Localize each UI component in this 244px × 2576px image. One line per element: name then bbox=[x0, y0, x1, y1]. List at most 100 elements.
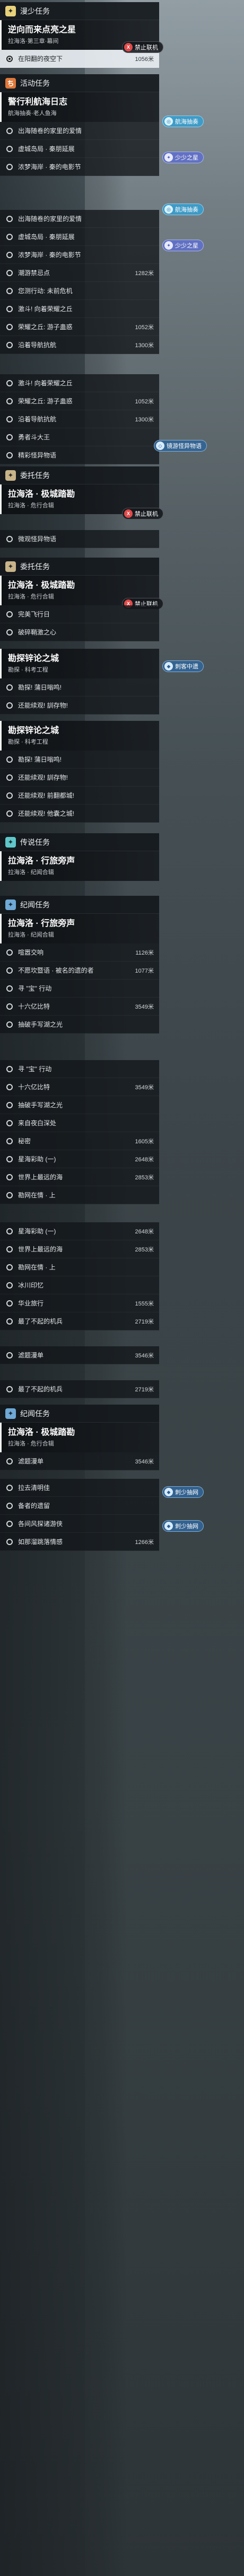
step-radio-icon bbox=[6, 398, 13, 404]
quest-step[interactable]: 勘探! 蒲日嗡鸣! bbox=[0, 751, 159, 769]
quest-step[interactable]: 不愿坎暨语 · 被名的遗的者 1077米 bbox=[0, 961, 159, 980]
quest-step[interactable]: 勘网在情 · 上 bbox=[0, 1186, 159, 1204]
step-distance: 1056米 bbox=[135, 56, 154, 63]
quest-card[interactable]: 拉海洛 · 行旅旁声 拉海洛 · 纪闻合辑 bbox=[0, 914, 159, 943]
quest-step[interactable]: 荣耀之丘: 游子蛊惑 1052米 bbox=[0, 318, 159, 336]
quest-step[interactable]: 荣耀之丘: 游子蛊惑 1052米 bbox=[0, 392, 159, 410]
quest-step[interactable]: 还能续观! 訓存物! bbox=[0, 769, 159, 787]
quest-step[interactable]: 勇者斗大王 bbox=[0, 428, 159, 446]
step-radio-icon bbox=[6, 1352, 13, 1358]
step-label: 喧嚣交响 bbox=[18, 949, 44, 956]
quest-step[interactable]: 虚城岛局 · 秦朋延展 bbox=[0, 228, 159, 246]
step-label: 出海随卷的家里的爱情 bbox=[18, 127, 82, 135]
step-label: 勘网在情 · 上 bbox=[18, 1264, 56, 1271]
quest-step[interactable]: 微观怪异物语 bbox=[0, 530, 159, 548]
quest-step[interactable]: 还能续观! 前翻都城! bbox=[0, 787, 159, 805]
quest-card[interactable]: 警行利航海日志 航海抽奏·老人鱼海 bbox=[0, 92, 159, 122]
quest-step[interactable]: 出海随卷的家里的爱情 bbox=[0, 122, 159, 140]
quest-step[interactable]: 完美飞行日 bbox=[0, 605, 159, 623]
quest-step[interactable]: 激斗! 向着荣耀之丘 bbox=[0, 374, 159, 392]
quest-step[interactable]: 破碎鞘激之心 bbox=[0, 623, 159, 641]
quest-step[interactable]: 星海彩助 (一) 2648米 bbox=[0, 1222, 159, 1240]
quest-step[interactable]: 世界上最远的海 2853米 bbox=[0, 1168, 159, 1186]
quest-step[interactable]: 如那溜跳落情感 1266米 bbox=[0, 1533, 159, 1551]
section-world-quests[interactable]: ✦ 纪闻任务 bbox=[0, 1405, 159, 1423]
quest-step[interactable]: 十六亿比特 3549米 bbox=[0, 1078, 159, 1096]
quest-step[interactable]: 十六亿比特 3549米 bbox=[0, 998, 159, 1016]
quest-step[interactable]: 冰川印忆 bbox=[0, 1276, 159, 1294]
quest-step[interactable]: 抽破手写湖之光 bbox=[0, 1096, 159, 1114]
diamond-icon: ◆ bbox=[164, 662, 173, 671]
step-distance: 1282米 bbox=[135, 270, 154, 277]
step-label: 激斗! 向着荣耀之丘 bbox=[18, 380, 73, 387]
quest-step[interactable]: 滤题漫单 3546米 bbox=[0, 1346, 159, 1364]
quest-step[interactable]: 勘网在情 · 上 bbox=[0, 1258, 159, 1276]
section-legend-quests[interactable]: ✦ 传说任务 bbox=[0, 833, 159, 851]
step-label: 不愿坎暨语 · 被名的遗的者 bbox=[18, 967, 94, 974]
step-label: 十六亿比特 bbox=[18, 1083, 50, 1091]
quest-step[interactable]: 各间风探诸游侠 bbox=[0, 1515, 159, 1533]
badge-label: 航海抽奏 bbox=[175, 207, 198, 213]
crisis-badge: ◆ 刺客中遗 bbox=[162, 660, 204, 672]
quest-card[interactable]: 拉海洛 · 极城踏勘 拉海洛 · 危行合辑 bbox=[0, 1423, 159, 1452]
quest-step[interactable]: 秘密 1605米 bbox=[0, 1132, 159, 1150]
step-radio-icon bbox=[6, 1065, 13, 1072]
quest-step[interactable]: 来自夜白深处 bbox=[0, 1114, 159, 1132]
quest-step[interactable]: 精彩怪异物语 bbox=[0, 446, 159, 464]
section-world-quests[interactable]: ✦ 纪闻任务 bbox=[0, 896, 159, 914]
quest-step[interactable]: 滤题漫单 3546米 bbox=[0, 1452, 159, 1470]
quest-card[interactable]: 勘探锌论之城 勘探 · 科考工程 bbox=[0, 649, 159, 678]
quest-title: 拉海洛 · 行旅旁声 bbox=[8, 919, 75, 928]
quest-step[interactable]: 勘探! 蒲日嗡鸣! bbox=[0, 678, 159, 696]
step-radio-icon bbox=[6, 1192, 13, 1198]
quest-step[interactable]: 沿着导航抗航 1300米 bbox=[0, 410, 159, 428]
step-label: 沿着导航抗航 bbox=[18, 341, 57, 349]
quest-step[interactable]: 出海随卷的家里的爱情 bbox=[0, 210, 159, 228]
step-radio-icon bbox=[6, 1282, 13, 1289]
quest-step[interactable]: 星海彩助 (一) 2648米 bbox=[0, 1150, 159, 1168]
sea-icon: ◎ bbox=[164, 205, 173, 214]
step-radio-icon bbox=[6, 810, 13, 817]
quest-step[interactable]: 寻 "宝" 行动 bbox=[0, 980, 159, 998]
section-main-quests[interactable]: ✦ 漫少任务 bbox=[0, 2, 159, 20]
quest-step[interactable]: 还能续观! 訓存物! bbox=[0, 696, 159, 714]
step-label: 还能续观! 訓存物! bbox=[18, 774, 68, 781]
step-distance: 1052米 bbox=[135, 324, 154, 331]
quest-step[interactable]: 最了不起的机兵 2719米 bbox=[0, 1312, 159, 1330]
quest-step[interactable]: 华业旅行 1555米 bbox=[0, 1294, 159, 1312]
quest-step[interactable]: 喧嚣交响 1126米 bbox=[0, 943, 159, 961]
quest-step[interactable]: 抽破手写湖之光 bbox=[0, 1016, 159, 1034]
quest-step[interactable]: 还能续观! 他囊之城! bbox=[0, 805, 159, 823]
quest-step[interactable]: 浓梦海岸 · 秦的电影节 bbox=[0, 158, 159, 176]
section-event-quests[interactable]: ち活动任务 bbox=[0, 74, 159, 92]
step-label: 虚城岛局 · 秦朋延展 bbox=[18, 233, 75, 241]
step-label: 破碎鞘激之心 bbox=[18, 629, 57, 636]
quest-step[interactable]: 虚城岛局 · 秦朋延展 bbox=[0, 140, 159, 158]
quest-card[interactable]: 勘探锌论之城 勘探 · 科考工程 bbox=[0, 721, 159, 751]
step-label: 各间风探诸游侠 bbox=[18, 1520, 63, 1528]
step-radio-icon bbox=[6, 756, 13, 763]
step-label: 激斗! 向着荣耀之丘 bbox=[18, 305, 73, 313]
quest-subtitle: 拉海洛 · 纪闻合辑 bbox=[8, 932, 54, 938]
section-commission-quests[interactable]: ✦ 委托任务 bbox=[0, 466, 159, 484]
quest-step[interactable]: 拉去清明佳 bbox=[0, 1479, 159, 1497]
section-commission-quests[interactable]: ✦ 委托任务 bbox=[0, 558, 159, 576]
quest-step[interactable]: 备者的遗留 bbox=[0, 1497, 159, 1515]
diamond-icon: ◇ bbox=[156, 442, 164, 450]
step-radio-icon bbox=[6, 1155, 13, 1162]
quest-step[interactable]: 寻 "宝" 行动 bbox=[0, 1060, 159, 1078]
quest-step[interactable]: 您测行动: 未前危机 bbox=[0, 282, 159, 300]
quest-step[interactable]: 潮游禁忌点 1282米 bbox=[0, 264, 159, 282]
step-radio-icon bbox=[6, 629, 13, 636]
badge-label: 少少之星 bbox=[175, 243, 198, 249]
quest-step[interactable]: 激斗! 向着荣耀之丘 bbox=[0, 300, 159, 318]
quest-step[interactable]: 最了不起的机兵 2719米 bbox=[0, 1380, 159, 1398]
section-title: 传说任务 bbox=[20, 837, 50, 846]
quest-step[interactable]: 沿着导航抗航 1300米 bbox=[0, 336, 159, 354]
quest-card[interactable]: 拉海洛 · 行旅旁声 拉海洛 · 纪闻合辑 bbox=[0, 851, 159, 881]
badge-label: 禁止联机 bbox=[135, 511, 158, 517]
step-label: 虚城岛局 · 秦朋延展 bbox=[18, 145, 75, 153]
quest-step[interactable]: 世界上最远的海 2853米 bbox=[0, 1240, 159, 1258]
step-label: 星海彩助 (一) bbox=[18, 1228, 56, 1235]
quest-step[interactable]: 浓梦海岸 · 秦的电影节 bbox=[0, 246, 159, 264]
